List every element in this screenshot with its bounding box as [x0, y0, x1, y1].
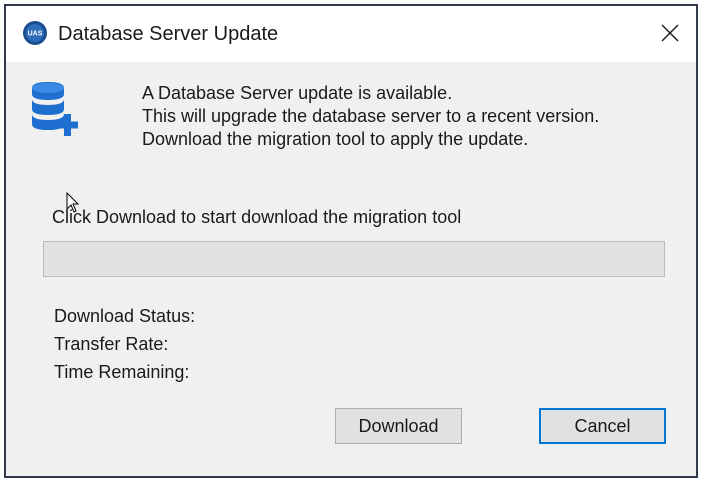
- message-line-1: A Database Server update is available.: [142, 83, 453, 103]
- transfer-rate-label: Transfer Rate:: [54, 334, 169, 354]
- message-line-2: This will upgrade the database server to…: [142, 106, 600, 126]
- download-button[interactable]: Download: [335, 408, 462, 444]
- instruction-text: Click Download to start download the mig…: [52, 207, 462, 227]
- uas-logo-icon: UAS: [23, 21, 47, 45]
- download-status-label: Download Status:: [54, 306, 196, 326]
- title-bar[interactable]: UAS Database Server Update: [6, 6, 696, 62]
- download-progress-bar: [43, 241, 665, 277]
- message-line-3: Download the migration tool to apply the…: [142, 129, 529, 149]
- cancel-button[interactable]: Cancel: [539, 408, 666, 444]
- dialog-window: UAS Database Server Update A Database Se…: [4, 4, 698, 478]
- window-title: Database Server Update: [58, 23, 279, 45]
- close-icon[interactable]: [652, 16, 688, 50]
- time-remaining-label: Time Remaining:: [54, 362, 190, 382]
- database-add-icon: [32, 82, 78, 136]
- svg-text:UAS: UAS: [28, 31, 43, 38]
